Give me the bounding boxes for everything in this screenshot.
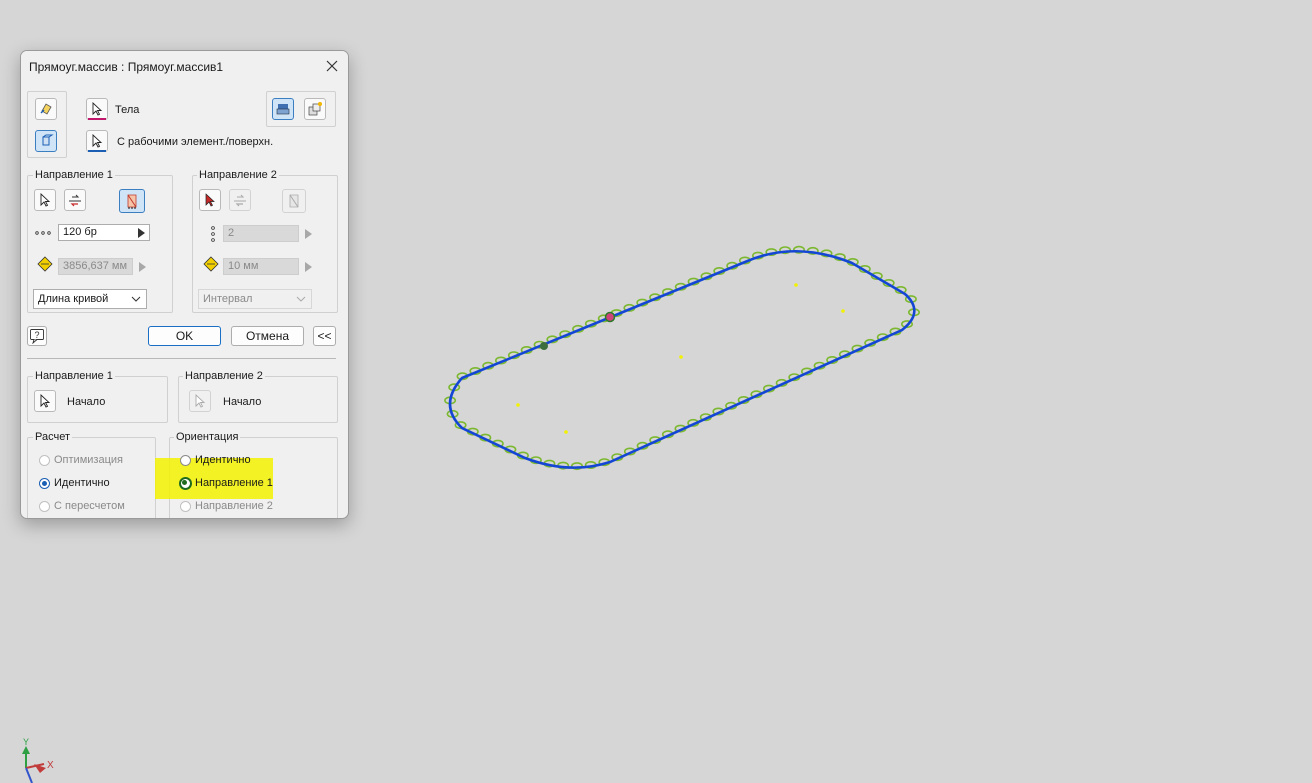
direction1-count-input[interactable]: 120 бр [58, 224, 150, 241]
cancel-button[interactable]: Отмена [231, 326, 304, 346]
compute-adjust-radio[interactable] [39, 501, 50, 512]
start-point-marker[interactable] [604, 311, 616, 323]
flip-icon [69, 194, 81, 207]
pattern-solids-button[interactable] [35, 130, 57, 152]
flip-icon [234, 194, 246, 207]
cursor-arrow-icon [92, 102, 103, 116]
work-features-underline [88, 150, 106, 152]
sketch-point [841, 309, 845, 313]
direction1-midplane-button[interactable] [119, 189, 145, 213]
orientation-identical-radio[interactable] [180, 455, 191, 466]
orientation-direction1-label: Направление 1 [195, 477, 273, 489]
compute-legend: Расчет [33, 431, 72, 443]
new-body-button[interactable] [304, 98, 326, 120]
direction2-spacing-value: Интервал [203, 293, 253, 305]
sketch-point [794, 283, 798, 287]
cursor-arrow-icon [40, 193, 51, 207]
direction1-path-select-button[interactable] [34, 189, 56, 211]
join-body-button[interactable] [272, 98, 294, 120]
direction2-legend: Направление 2 [197, 169, 279, 181]
direction2-spacing-select[interactable]: Интервал [198, 289, 312, 309]
direction1-legend: Направление 1 [33, 169, 115, 181]
orientation-identical-label: Идентично [195, 454, 251, 466]
cursor-arrow-icon [92, 134, 103, 148]
help-button[interactable]: ? [27, 326, 47, 346]
sketch-point [516, 403, 520, 407]
direction2-path-select-button[interactable] [199, 189, 221, 211]
work-features-label: С рабочими элемент./поверхн. [117, 136, 274, 148]
compute-identical-label: Идентично [54, 477, 110, 489]
chevron-down-icon [131, 296, 141, 302]
help-glyph: ? [35, 330, 40, 340]
midplane-icon [127, 194, 137, 209]
orientation-direction2-radio[interactable] [180, 501, 191, 512]
direction2-midplane-button[interactable] [282, 189, 306, 213]
pattern-features-button[interactable] [35, 98, 57, 120]
direction1-spacing-value: Длина кривой [38, 293, 109, 305]
collapse-button[interactable]: << [313, 326, 336, 346]
cursor-arrow-icon [195, 394, 206, 408]
triad-y-label: Y [23, 737, 29, 747]
orientation-direction1-radio[interactable] [179, 477, 192, 490]
direction2-length-arrow[interactable] [305, 262, 312, 272]
orientation-legend: Ориентация [174, 431, 241, 443]
triad-x-label: X [47, 760, 54, 771]
sketch-point [679, 355, 683, 359]
bodies-label: Тела [115, 104, 140, 116]
dialog-separator [27, 358, 336, 359]
compute-optimize-radio[interactable] [39, 455, 50, 466]
bodies-select-button[interactable] [86, 98, 108, 120]
close-icon[interactable] [322, 56, 342, 76]
bodies-underline [88, 118, 106, 120]
direction2-flip-button[interactable] [229, 189, 251, 211]
view-triad: Y X [22, 737, 54, 783]
start1-legend: Направление 1 [33, 370, 115, 382]
direction1-length-input[interactable]: 3856,637 мм [58, 258, 133, 275]
new-body-icon [308, 102, 322, 116]
length-icon [203, 256, 219, 275]
rectangular-pattern-dialog: Прямоуг.массив : Прямоуг.массив1 Тела С … [20, 50, 349, 519]
reference-point-marker[interactable] [540, 342, 548, 350]
direction2-length-input[interactable]: 10 мм [223, 258, 299, 275]
ok-button[interactable]: OK [148, 326, 221, 346]
count-icon [35, 227, 51, 239]
midplane-icon [289, 194, 299, 208]
direction1-count-arrow[interactable] [138, 228, 145, 238]
direction1-spacing-select[interactable]: Длина кривой [33, 289, 147, 309]
sketch-point [564, 430, 568, 434]
start2-legend: Направление 2 [183, 370, 265, 382]
compute-optimize-label: Оптимизация [54, 454, 123, 466]
direction2-count-arrow[interactable] [305, 229, 312, 239]
orientation-direction2-label: Направление 2 [195, 500, 273, 512]
solids-icon [42, 134, 54, 146]
cursor-arrow-red-icon [205, 193, 215, 207]
features-icon [40, 103, 52, 115]
dialog-titlebar[interactable]: Прямоуг.массив : Прямоуг.массив1 [21, 51, 348, 81]
direction1-flip-button[interactable] [64, 189, 86, 211]
start2-select-button[interactable] [189, 390, 211, 412]
join-body-icon [276, 104, 290, 115]
start2-label: Начало [223, 396, 262, 408]
count-vertical-icon [210, 225, 216, 246]
compute-adjust-label: С пересчетом [54, 500, 125, 512]
chevron-down-icon [296, 296, 306, 302]
help-icon: ? [30, 329, 44, 344]
dialog-title: Прямоуг.массив : Прямоуг.массив1 [29, 60, 224, 74]
direction1-length-arrow[interactable] [139, 262, 146, 272]
direction2-count-input[interactable]: 2 [223, 225, 299, 242]
start1-select-button[interactable] [34, 390, 56, 412]
length-icon [37, 256, 53, 275]
compute-identical-radio[interactable] [39, 478, 50, 489]
start1-label: Начало [67, 396, 106, 408]
work-features-select-button[interactable] [86, 130, 108, 152]
cursor-arrow-icon [40, 394, 51, 408]
